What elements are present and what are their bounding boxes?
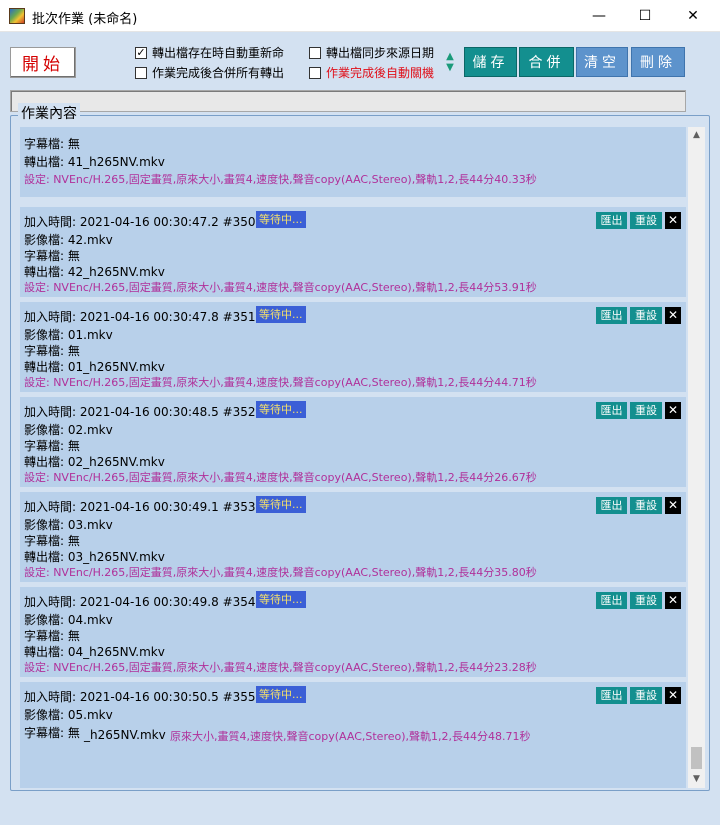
remove-icon[interactable]: ✕	[665, 402, 681, 419]
settings-line: 設定: NVEnc/H.265,固定畫質,原來大小,畫質4,速度快,聲音copy…	[24, 566, 537, 579]
title-bar: 批次作業 (未命名) — ☐ ✕	[0, 0, 720, 32]
checkbox-label: 作業完成後自動關機	[326, 66, 435, 80]
job-card: 加入時間: 2021-04-16 00:30:49.8 #354 等待中... …	[20, 587, 686, 677]
auto-rename-checkbox[interactable]: ✓ 轉出檔存在時自動重新命	[135, 44, 284, 61]
output-line: 轉出檔: 04_h265NV.mkv	[24, 645, 165, 659]
export-button[interactable]: 匯出	[596, 307, 627, 324]
subtitle-line: 字幕檔: 無	[24, 439, 80, 453]
arrow-down-icon[interactable]: ▼	[444, 62, 456, 73]
export-button[interactable]: 匯出	[596, 687, 627, 704]
progress-bar	[10, 90, 686, 112]
video-line: 影像檔: 02.mkv	[24, 423, 113, 437]
time-line: 加入時間: 2021-04-16 00:30:49.1 #353	[24, 500, 256, 514]
job-card: 加入時間: 2021-04-16 00:30:50.5 #355 等待中... …	[20, 682, 686, 788]
subtitle-line: 字幕檔: 無	[24, 534, 80, 548]
app-icon	[9, 8, 25, 24]
export-button[interactable]: 匯出	[596, 402, 627, 419]
video-line: 影像檔: 01.mkv	[24, 328, 113, 342]
job-list[interactable]: 字幕檔: 無 轉出檔: 41_h265NV.mkv 設定: NVEnc/H.26…	[20, 127, 686, 788]
close-button[interactable]: ✕	[670, 0, 716, 31]
export-button[interactable]: 匯出	[596, 592, 627, 609]
status-badge: 等待中...	[256, 496, 306, 513]
auto-shutdown-checkbox[interactable]: 作業完成後自動關機	[309, 64, 434, 81]
settings-line: 設定: NVEnc/H.265,固定畫質,原來大小,畫質4,速度快,聲音copy…	[24, 376, 537, 389]
remove-icon[interactable]: ✕	[665, 687, 681, 704]
reset-button[interactable]: 重設	[630, 212, 662, 229]
video-line: 影像檔: 03.mkv	[24, 518, 113, 532]
job-card: 加入時間: 2021-04-16 00:30:47.8 #351 等待中... …	[20, 302, 686, 392]
maximize-button[interactable]: ☐	[622, 0, 668, 31]
settings-line: 設定: NVEnc/H.265,固定畫質,原來大小,畫質4,速度快,聲音copy…	[24, 281, 537, 294]
status-badge: 等待中...	[256, 211, 306, 228]
subtitle-line: 字幕檔: 無	[24, 629, 80, 643]
remove-icon[interactable]: ✕	[665, 212, 681, 229]
export-button[interactable]: 匯出	[596, 497, 627, 514]
window-title: 批次作業 (未命名)	[32, 12, 138, 27]
status-badge: 等待中...	[256, 306, 306, 323]
scroll-thumb[interactable]	[691, 747, 702, 769]
arrow-up-icon[interactable]: ▲	[444, 51, 456, 62]
export-button[interactable]: 匯出	[596, 212, 627, 229]
checkbox-box[interactable]: ✓	[135, 46, 147, 59]
output-line: 轉出檔: 41_h265NV.mkv	[24, 155, 165, 169]
start-button[interactable]: 開始	[10, 47, 76, 78]
time-line: 加入時間: 2021-04-16 00:30:49.8 #354	[24, 595, 256, 609]
checkbox-box[interactable]	[309, 46, 321, 59]
time-line: 加入時間: 2021-04-16 00:30:47.8 #351	[24, 310, 256, 324]
reset-button[interactable]: 重設	[630, 592, 662, 609]
minimize-button[interactable]: —	[576, 0, 622, 31]
settings-line: 設定: NVEnc/H.265,固定畫質,原來大小,畫質4,速度快,聲音copy…	[24, 471, 537, 484]
merge-after-done-checkbox[interactable]: 作業完成後合併所有轉出	[135, 64, 284, 81]
delete-button[interactable]: 刪除	[631, 47, 685, 77]
settings-line: 設定: NVEnc/H.265,固定畫質,原來大小,畫質4,速度快,聲音copy…	[24, 173, 537, 186]
job-card: 加入時間: 2021-04-16 00:30:48.5 #352 等待中... …	[20, 397, 686, 487]
status-badge: 等待中...	[256, 591, 306, 608]
checkbox-box[interactable]	[135, 66, 147, 79]
job-card: 字幕檔: 無 轉出檔: 41_h265NV.mkv 設定: NVEnc/H.26…	[20, 127, 686, 197]
subtitle-line: 字幕檔: 無	[24, 344, 80, 358]
settings-line: 原來大小,畫質4,速度快,聲音copy(AAC,Stereo),聲軌1,2,長4…	[170, 730, 531, 743]
time-line: 加入時間: 2021-04-16 00:30:47.2 #350	[24, 215, 256, 229]
output-line: 轉出檔: 02_h265NV.mkv	[24, 455, 165, 469]
status-badge: 等待中...	[256, 401, 306, 418]
output-line: 轉出檔: 01_h265NV.mkv	[24, 360, 165, 374]
checkbox-label: 轉出檔存在時自動重新命	[152, 46, 285, 60]
output-line: _h265NV.mkv	[84, 728, 166, 742]
checkbox-label: 轉出檔同步來源日期	[326, 46, 435, 60]
remove-icon[interactable]: ✕	[665, 497, 681, 514]
scroll-up-icon[interactable]: ▲	[688, 127, 705, 144]
save-button[interactable]: 儲存	[464, 47, 517, 77]
output-line: 轉出檔: 42_h265NV.mkv	[24, 265, 165, 279]
remove-icon[interactable]: ✕	[665, 307, 681, 324]
merge-button[interactable]: 合併	[519, 47, 574, 77]
checkbox-label: 作業完成後合併所有轉出	[152, 66, 285, 80]
job-card: 加入時間: 2021-04-16 00:30:49.1 #353 等待中... …	[20, 492, 686, 582]
group-title: 作業內容	[18, 103, 80, 123]
subtitle-line: 字幕檔: 無	[24, 726, 80, 740]
output-line: 轉出檔: 03_h265NV.mkv	[24, 550, 165, 564]
subtitle-line: 字幕檔: 無	[24, 249, 80, 263]
reset-button[interactable]: 重設	[630, 402, 662, 419]
status-badge: 等待中...	[256, 686, 306, 703]
clear-button[interactable]: 清空	[576, 47, 628, 77]
time-line: 加入時間: 2021-04-16 00:30:50.5 #355	[24, 690, 256, 704]
reset-button[interactable]: 重設	[630, 307, 662, 324]
reset-button[interactable]: 重設	[630, 687, 662, 704]
checkbox-box[interactable]	[309, 66, 321, 79]
video-line: 影像檔: 05.mkv	[24, 708, 113, 722]
sync-source-date-checkbox[interactable]: 轉出檔同步來源日期	[309, 44, 434, 61]
video-line: 影像檔: 42.mkv	[24, 233, 113, 247]
scroll-down-icon[interactable]: ▼	[688, 771, 705, 788]
remove-icon[interactable]: ✕	[665, 592, 681, 609]
subtitle-line: 字幕檔: 無	[24, 137, 80, 151]
reset-button[interactable]: 重設	[630, 497, 662, 514]
vertical-scrollbar[interactable]: ▲ ▼	[688, 127, 705, 788]
settings-line: 設定: NVEnc/H.265,固定畫質,原來大小,畫質4,速度快,聲音copy…	[24, 661, 537, 674]
job-card: 加入時間: 2021-04-16 00:30:47.2 #350 等待中... …	[20, 207, 686, 297]
video-line: 影像檔: 04.mkv	[24, 613, 113, 627]
reorder-spinner[interactable]: ▲ ▼	[444, 51, 456, 75]
time-line: 加入時間: 2021-04-16 00:30:48.5 #352	[24, 405, 256, 419]
